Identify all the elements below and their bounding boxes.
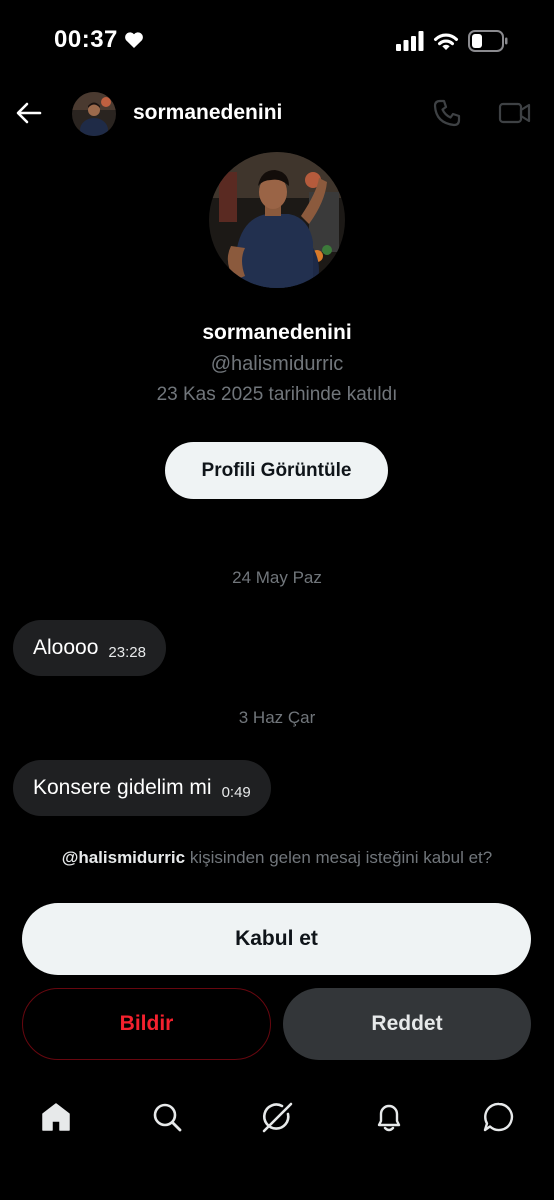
avatar-image [72,92,116,136]
reject-button[interactable]: Reddet [283,988,531,1060]
profile-photo [209,152,345,288]
request-text: kişisinden gelen mesaj isteğini kabul et… [189,848,493,867]
nav-messages[interactable] [481,1099,517,1135]
notifications-icon [377,1104,401,1132]
header-username[interactable]: sormanedenini [133,101,282,125]
view-profile-button[interactable]: Profili Görüntüle [165,442,388,499]
message-text: Konsere gidelim mi [33,776,212,799]
home-icon [42,1103,70,1131]
date-separator: 3 Haz Çar [238,708,316,727]
conversation-header: sormanedenini [0,84,554,146]
nav-notifications[interactable] [371,1099,407,1135]
grok-icon [262,1102,293,1133]
video-camera-icon [498,102,531,124]
status-time: 00:37 [54,26,144,54]
profile-handle: @halismidurric [210,353,344,375]
nav-home[interactable] [38,1099,74,1135]
profile-joined-date: 23 Kas 2025 tarihinde katıldı [156,384,398,405]
message-text: Aloooo [33,636,99,659]
signal-icon [396,31,424,51]
message-time: 23:28 [108,643,146,661]
message-request-prompt: @halismidurric kişisinden gelen mesaj is… [0,848,554,868]
bottom-navigation [0,1080,554,1155]
date-separator: 24 May Paz [232,568,322,587]
video-call-button[interactable] [498,98,532,128]
request-handle[interactable]: @halismidurric [62,848,185,867]
accept-button[interactable]: Kabul et [22,903,531,975]
status-icons [396,30,508,52]
battery-icon [468,30,508,52]
back-arrow-icon [16,102,42,124]
header-avatar[interactable] [72,92,116,136]
profile-avatar[interactable] [209,152,345,288]
phone-icon [433,99,461,127]
back-button[interactable] [14,98,44,128]
wifi-icon [434,33,458,50]
messages-icon [483,1102,514,1132]
message-bubble[interactable]: Konsere gidelim mi 0:49 [13,760,271,816]
status-bar: 00:37 [0,0,554,84]
message-bubble[interactable]: Aloooo 23:28 [13,620,166,676]
search-icon [153,1103,182,1132]
message-time: 0:49 [221,783,251,801]
clock-text: 00:37 [54,26,118,53]
report-button[interactable]: Bildir [22,988,271,1060]
heart-icon [125,32,143,48]
call-button[interactable] [432,98,462,128]
profile-name: sormanedenini [202,321,352,344]
nav-grok[interactable] [259,1099,295,1135]
nav-search[interactable] [149,1099,185,1135]
